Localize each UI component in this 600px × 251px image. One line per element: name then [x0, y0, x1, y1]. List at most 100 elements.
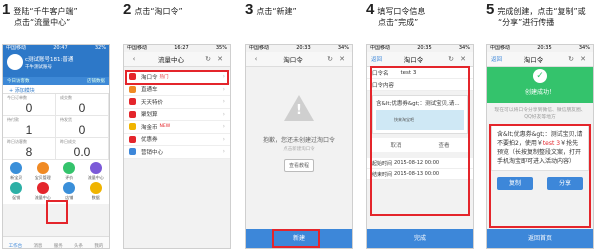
clock: 20:35: [537, 45, 552, 51]
stat-value: 0: [78, 123, 86, 137]
refresh-icon[interactable]: ↻: [202, 55, 214, 63]
step-2: 2 点击“淘口令” 中国移动 16:27 35% ‹ 流量中心 ↻ ✕ 淘口令 热门 › 直通车…: [121, 0, 234, 251]
app-icon-button[interactable]: 新宝贝: [3, 162, 30, 182]
stat-cell[interactable]: 待发货 0: [56, 116, 109, 138]
carrier: 中国移动: [490, 45, 511, 51]
carrier: 中国移动: [127, 45, 148, 51]
stat-cell[interactable]: 今日订单数 0: [3, 94, 56, 116]
warning-icon: !: [284, 95, 314, 121]
back-button[interactable]: 返回: [491, 55, 502, 63]
close-icon[interactable]: ✕: [336, 55, 348, 63]
menu-label: 营销中心: [141, 149, 164, 156]
status-bar: 中国移动 20:35 34%: [367, 45, 473, 52]
app-icon-button[interactable]: 数据: [83, 182, 110, 202]
step-number: 1: [2, 1, 11, 18]
stat-value: 8: [25, 145, 33, 159]
empty-title: 抱歉，您还未创建过淘口令: [262, 137, 335, 144]
refresh-icon[interactable]: ↻: [324, 55, 336, 63]
step-text: 点击“新建”: [256, 7, 297, 16]
chevron-right-icon: ›: [222, 123, 225, 131]
group-buy-icon: [129, 110, 136, 118]
avatar[interactable]: [7, 54, 23, 70]
step-text: 完成创建，点击“复制”或: [497, 7, 586, 16]
tab-service[interactable]: 服务: [54, 243, 63, 248]
data-icon: [89, 182, 102, 194]
back-icon[interactable]: ‹: [250, 55, 262, 63]
tutorial-board: 1 登陆“千牛客户端” 点击“流量中心” 中国移动 20:47 32% c测试账号18…: [0, 0, 600, 251]
highlight-box: [370, 66, 470, 216]
step-caption: 1 登陆“千牛客户端” 点击“流量中心”: [0, 0, 113, 44]
clock: 20:47: [53, 45, 68, 51]
menu-item[interactable]: 营销中心 ›: [124, 146, 230, 159]
review-icon: [63, 162, 76, 174]
stat-cell[interactable]: 成交数 0: [56, 94, 109, 116]
status-bar: 中国移动 20:33 34%: [246, 45, 352, 52]
shop-name: c测试账号181:普通: [25, 57, 74, 63]
highlight-box: [125, 70, 229, 85]
phone-screen-1: 中国移动 20:47 32% c测试账号181:普通 千牛测试账号 今日访客数 店铺数…: [2, 44, 110, 249]
share-tip: 现在可以将口令分享到微信、微信朋友圈、QQ好友等地方: [494, 108, 586, 120]
battery: 35%: [215, 45, 227, 51]
promo-icon: [10, 182, 23, 194]
empty-subtitle: 点击新建淘口令: [283, 147, 315, 152]
back-button[interactable]: 返回: [371, 55, 382, 63]
close-icon[interactable]: ✕: [577, 55, 589, 63]
menu-label: 聚划算: [141, 112, 158, 119]
success-text: 创建成功！: [524, 89, 555, 96]
app-icon-button[interactable]: 促销: [3, 182, 30, 202]
app-icon-label: 评价: [65, 175, 74, 180]
tab-bar: 工作台 消息 服务 头条 我的: [3, 236, 109, 248]
refresh-icon[interactable]: ↻: [565, 55, 577, 63]
menu-item[interactable]: 天天特价 ›: [124, 96, 230, 109]
back-icon[interactable]: ‹: [128, 55, 140, 63]
chevron-right-icon: ›: [222, 135, 225, 143]
app-icon-button[interactable]: 流量中心: [83, 162, 110, 182]
status-bar: 中国移动 20:35 34%: [487, 45, 593, 52]
stat-cell[interactable]: 昨日访客数 8: [3, 138, 56, 160]
item-manage-icon: [36, 162, 49, 174]
step-number: 5: [486, 1, 495, 18]
done-button[interactable]: 完成: [367, 229, 473, 248]
app-icon-button[interactable]: 宝贝管理: [30, 162, 57, 182]
chevron-right-icon: ›: [222, 85, 225, 93]
nav-bar: 返回 淘口令 ↻ ✕: [487, 52, 593, 67]
shop-icon: [63, 182, 76, 194]
stat-cell[interactable]: 待付款 1: [3, 116, 56, 138]
step-caption: 2 点击“淘口令”: [121, 0, 234, 44]
menu-item[interactable]: 淘金币 NEW ›: [124, 121, 230, 134]
step-5: 5 完成创建，点击“复制”或 “分享”进行传播 中国移动 20:35 34% 返回 淘口…: [484, 0, 597, 251]
traffic-center-button[interactable]: 流量中心: [30, 182, 57, 202]
tab-messages[interactable]: 消息: [33, 243, 42, 248]
menu-tag: NEW: [159, 124, 171, 130]
menu-label: 淘金币: [141, 124, 158, 131]
highlight-box: [272, 229, 320, 248]
app-icon-button[interactable]: 店铺: [56, 182, 83, 202]
tab-workbench[interactable]: 工作台: [9, 243, 23, 248]
tutorial-button[interactable]: 查看教程: [283, 159, 314, 172]
stat-value: 0: [25, 101, 33, 115]
clock: 20:33: [296, 45, 311, 51]
shop-header: 中国移动 20:47 32% c测试账号181:普通 千牛测试账号: [3, 45, 109, 77]
refresh-icon[interactable]: ↻: [445, 55, 457, 63]
home-button[interactable]: 返回首页: [487, 229, 593, 248]
page-title: 淘口令: [403, 56, 424, 64]
battery: 34%: [337, 45, 349, 51]
nav-bar: ‹ 淘口令 ↻ ✕: [246, 52, 352, 67]
daily-deal-icon: [129, 98, 136, 106]
menu-item[interactable]: 优惠券 ›: [124, 133, 230, 146]
close-icon[interactable]: ✕: [214, 55, 226, 63]
add-module-button[interactable]: + 添加模块: [3, 85, 109, 94]
tab-news[interactable]: 头条: [74, 243, 83, 248]
close-icon[interactable]: ✕: [457, 55, 469, 63]
app-icon-button[interactable]: 评价: [56, 162, 83, 182]
through-train-icon: [129, 85, 136, 93]
carrier: 中国移动: [249, 45, 270, 51]
menu-item[interactable]: 聚划算 ›: [124, 108, 230, 121]
bar-right[interactable]: 店铺数据: [87, 78, 105, 84]
stat-cell[interactable]: 昨日成交 0.0: [56, 138, 109, 160]
tab-mine[interactable]: 我的: [94, 243, 103, 248]
step-number: 3: [245, 1, 254, 18]
menu-item[interactable]: 直通车 ›: [124, 83, 230, 96]
stats-grid: 今日订单数 0 成交数 0 待付款 1 待发货 0 昨日访客数 8 昨日成交 0.0: [3, 94, 109, 160]
battery: 32%: [94, 45, 106, 51]
